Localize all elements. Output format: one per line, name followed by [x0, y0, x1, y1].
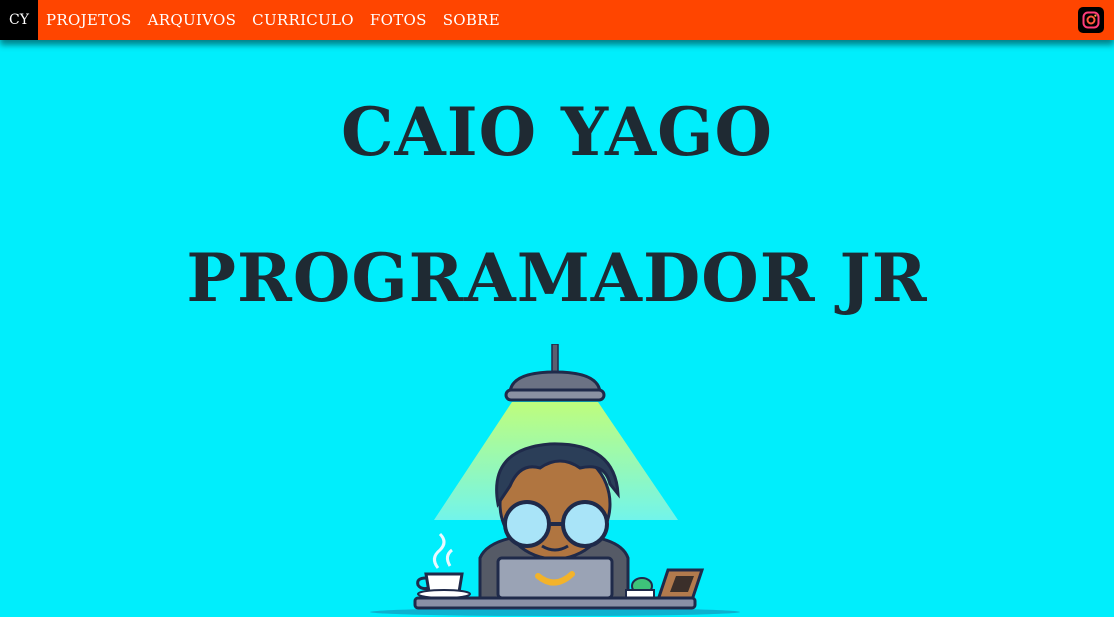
programmer-illustration: [370, 344, 740, 616]
laptop-icon: [496, 556, 614, 600]
instagram-icon[interactable]: [1078, 7, 1104, 33]
photo-frame-icon: [655, 568, 705, 602]
nav-link-sobre[interactable]: SOBRE: [443, 11, 500, 29]
hero-name: CAIO YAGO: [340, 93, 774, 171]
nav-menu: PROJETOS ARQUIVOS CURRICULO FOTOS SOBRE: [46, 11, 516, 29]
plant-icon: [625, 577, 655, 599]
lamp-icon: [504, 344, 606, 402]
coffee-cup-icon: [416, 532, 471, 599]
nav-link-fotos[interactable]: FOTOS: [370, 11, 427, 29]
nav-link-arquivos[interactable]: ARQUIVOS: [148, 11, 237, 29]
nav-link-curriculo[interactable]: CURRICULO: [252, 11, 354, 29]
navbar: CY PROJETOS ARQUIVOS CURRICULO FOTOS SOB…: [0, 0, 1114, 40]
site-logo[interactable]: CY: [0, 0, 38, 40]
hero-role: PROGRAMADOR JR: [186, 239, 928, 317]
nav-link-projetos[interactable]: PROJETOS: [46, 11, 132, 29]
